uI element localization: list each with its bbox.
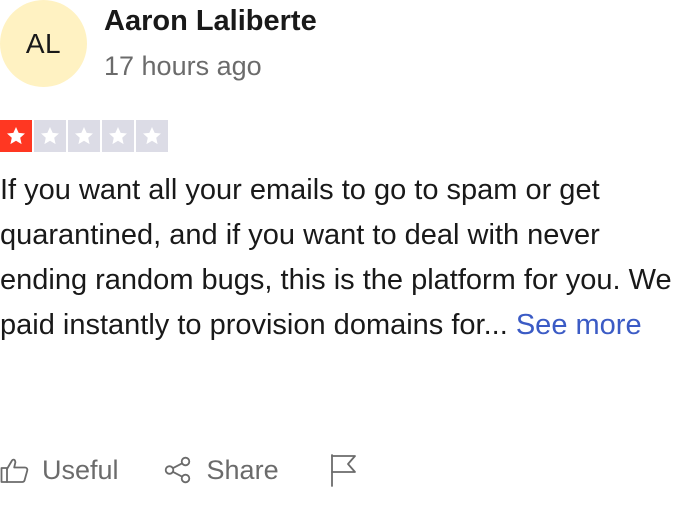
star-empty-icon	[136, 120, 168, 152]
review-header: AL Aaron Laliberte 17 hours ago	[0, 0, 676, 100]
star-filled-icon	[0, 120, 32, 152]
star-empty-icon	[68, 120, 100, 152]
report-flag-button[interactable]	[329, 453, 359, 487]
share-icon	[163, 455, 193, 485]
star-empty-icon	[34, 120, 66, 152]
share-label: Share	[206, 454, 279, 485]
avatar[interactable]: AL	[0, 0, 87, 87]
star-rating	[0, 120, 168, 152]
review-text: If you want all your emails to go to spa…	[0, 168, 676, 348]
useful-button[interactable]: Useful	[0, 455, 119, 486]
review-card: AL Aaron Laliberte 17 hours ago If you w…	[0, 0, 676, 506]
reviewer-name[interactable]: Aaron Laliberte	[104, 2, 317, 40]
useful-label: Useful	[42, 454, 119, 485]
share-button[interactable]: Share	[163, 455, 279, 486]
star-empty-icon	[102, 120, 134, 152]
flag-icon	[329, 453, 359, 487]
see-more-link[interactable]: See more	[516, 309, 642, 341]
avatar-initials: AL	[25, 27, 62, 59]
thumbs-up-icon	[0, 455, 30, 485]
review-actions: Useful Share	[0, 448, 359, 492]
review-date: 17 hours ago	[104, 51, 262, 81]
